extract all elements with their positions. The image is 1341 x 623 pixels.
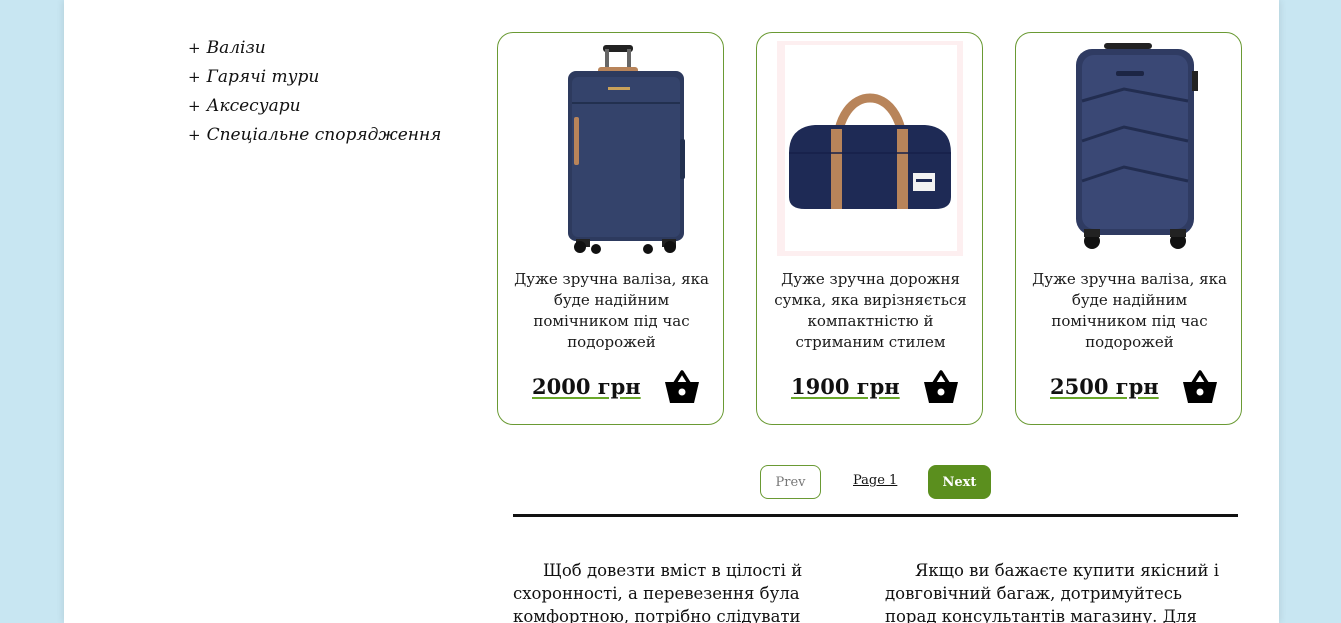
- product-price: 2000 грн: [532, 374, 641, 399]
- category-label: Валізи: [206, 38, 266, 58]
- page-container: + Валізи + Гарячі тури + Аксесуари + Спеціал…: [64, 0, 1279, 623]
- product-card[interactable]: Дуже зручна валіза, яка буде надійним по…: [497, 32, 724, 425]
- product-description: Дуже зручна валіза, яка буде надійним по…: [1032, 270, 1227, 351]
- navy-duffel-bag-image: [775, 41, 965, 256]
- divider: [513, 514, 1238, 517]
- product-price: 2500 грн: [1050, 374, 1159, 399]
- navy-hardshell-suitcase-image: [1034, 41, 1224, 256]
- plus-icon: +: [188, 39, 201, 57]
- basket-icon[interactable]: [1181, 369, 1219, 405]
- product-description: Дуже зручна валіза, яка буде надійним по…: [514, 270, 709, 351]
- page-link[interactable]: Page 1: [853, 473, 897, 488]
- category-item-special-gear[interactable]: + Спеціальне спорядження: [188, 121, 441, 150]
- basket-icon[interactable]: [663, 369, 701, 405]
- article-column-right: Якщо ви бажаєте купити якісний і довгові…: [885, 561, 1219, 623]
- plus-icon: +: [188, 126, 201, 144]
- plus-icon: +: [188, 97, 201, 115]
- plus-icon: +: [188, 68, 201, 86]
- product-price: 1900 грн: [791, 374, 900, 399]
- category-label: Спеціальне спорядження: [206, 125, 442, 145]
- prev-button[interactable]: Prev: [760, 465, 821, 499]
- navy-soft-suitcase-image: [516, 41, 706, 256]
- product-card[interactable]: Дуже зручна валіза, яка буде надійним по…: [1015, 32, 1242, 425]
- article-column-left: Щоб довезти вміст в цілості й схоронност…: [513, 561, 803, 623]
- category-item-suitcases[interactable]: + Валізи: [188, 34, 441, 63]
- next-button[interactable]: Next: [928, 465, 991, 499]
- category-item-hot-tours[interactable]: + Гарячі тури: [188, 63, 441, 92]
- category-item-accessories[interactable]: + Аксесуари: [188, 92, 441, 121]
- basket-icon[interactable]: [922, 369, 960, 405]
- category-menu: + Валізи + Гарячі тури + Аксесуари + Спеціал…: [188, 34, 441, 150]
- product-card[interactable]: Дуже зручна дорожня сумка, яка вирізняєт…: [756, 32, 983, 425]
- category-label: Аксесуари: [206, 96, 301, 116]
- product-description: Дуже зручна дорожня сумка, яка вирізняєт…: [774, 270, 967, 351]
- category-label: Гарячі тури: [206, 67, 320, 87]
